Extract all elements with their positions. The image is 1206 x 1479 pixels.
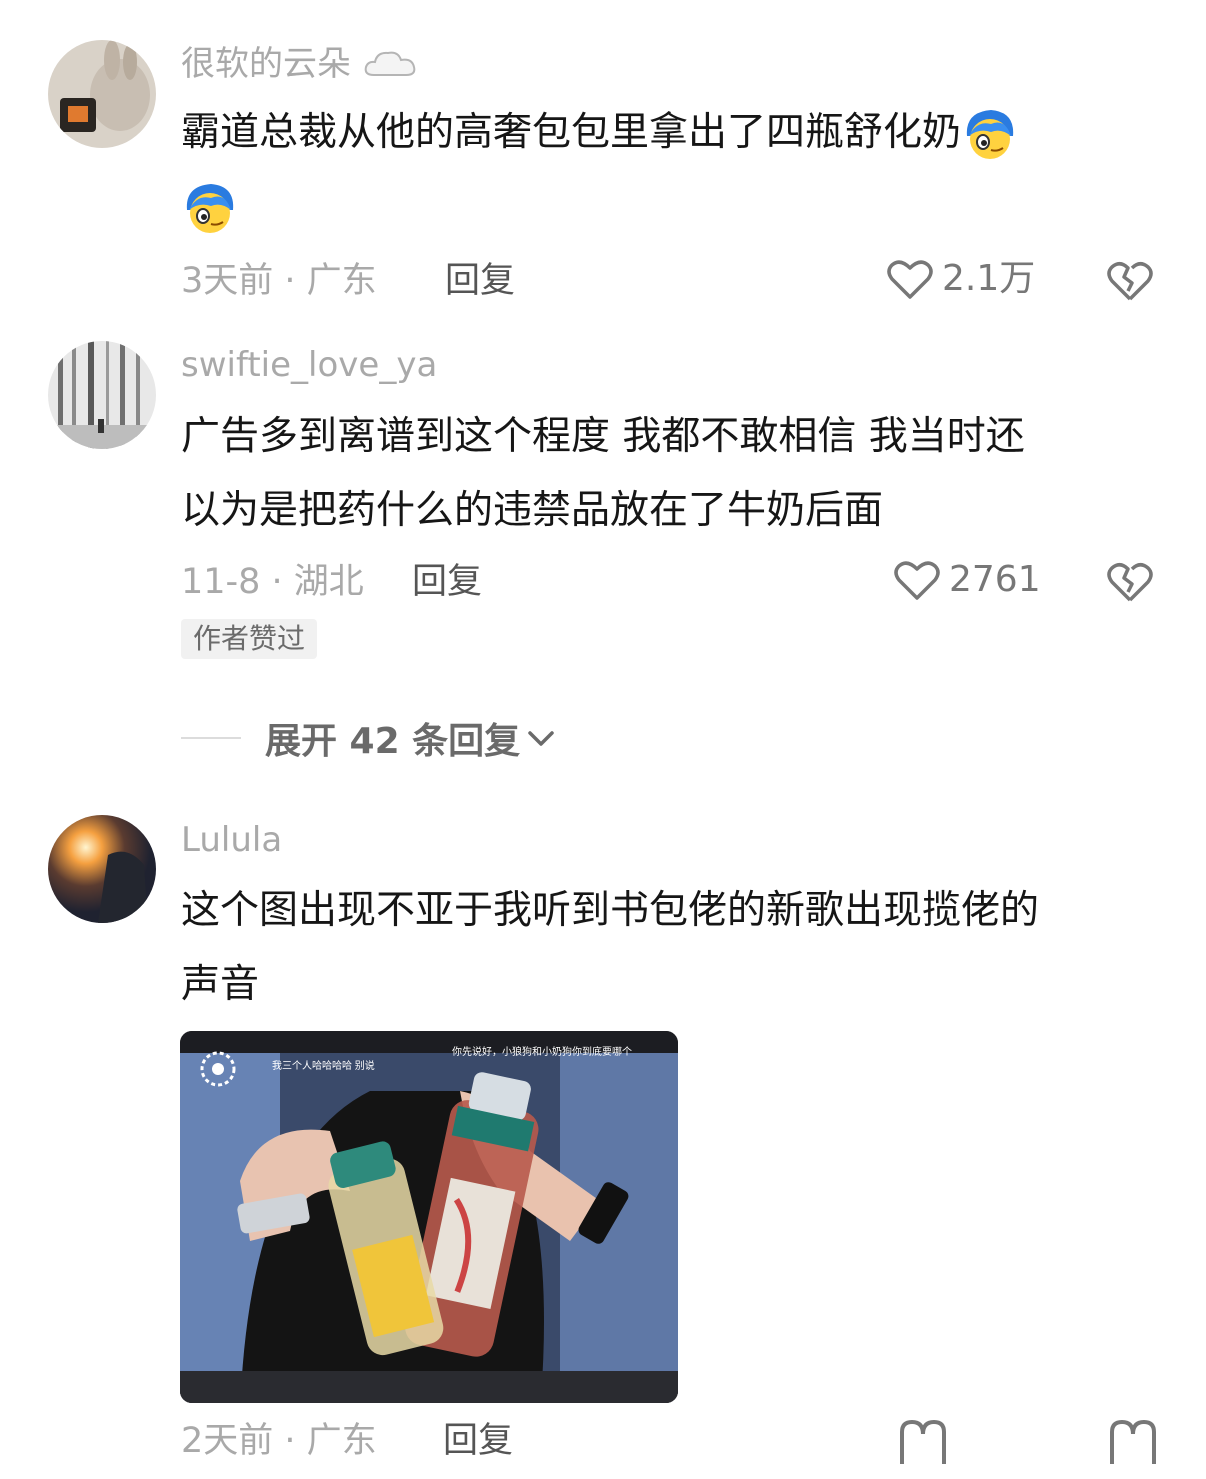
comment-image[interactable]: 我三个人哈哈哈哈 别说 你先说好，小狼狗和小奶狗你到底要哪个 [180,1031,678,1403]
time-location: 2天前 · 广东 [181,1421,377,1461]
avatar[interactable] [48,815,156,923]
broken-heart-icon[interactable] [1108,1418,1158,1464]
heart-icon[interactable] [898,1418,948,1464]
comment-item: Lulula 这个图出现不亚于我听到书包佬的新歌出现揽佬的 声音 我三个人哈哈哈… [0,0,1206,1479]
comment-text: 这个图出现不亚于我听到书包佬的新歌出现揽佬的 声音 [181,888,1040,1007]
username[interactable]: Lulula [181,820,282,860]
reply-button[interactable]: 回复 [443,1420,513,1462]
image-caption: 我三个人哈哈哈哈 别说 [272,1059,375,1072]
image-caption: 你先说好，小狼狗和小奶狗你到底要哪个 [452,1045,632,1058]
